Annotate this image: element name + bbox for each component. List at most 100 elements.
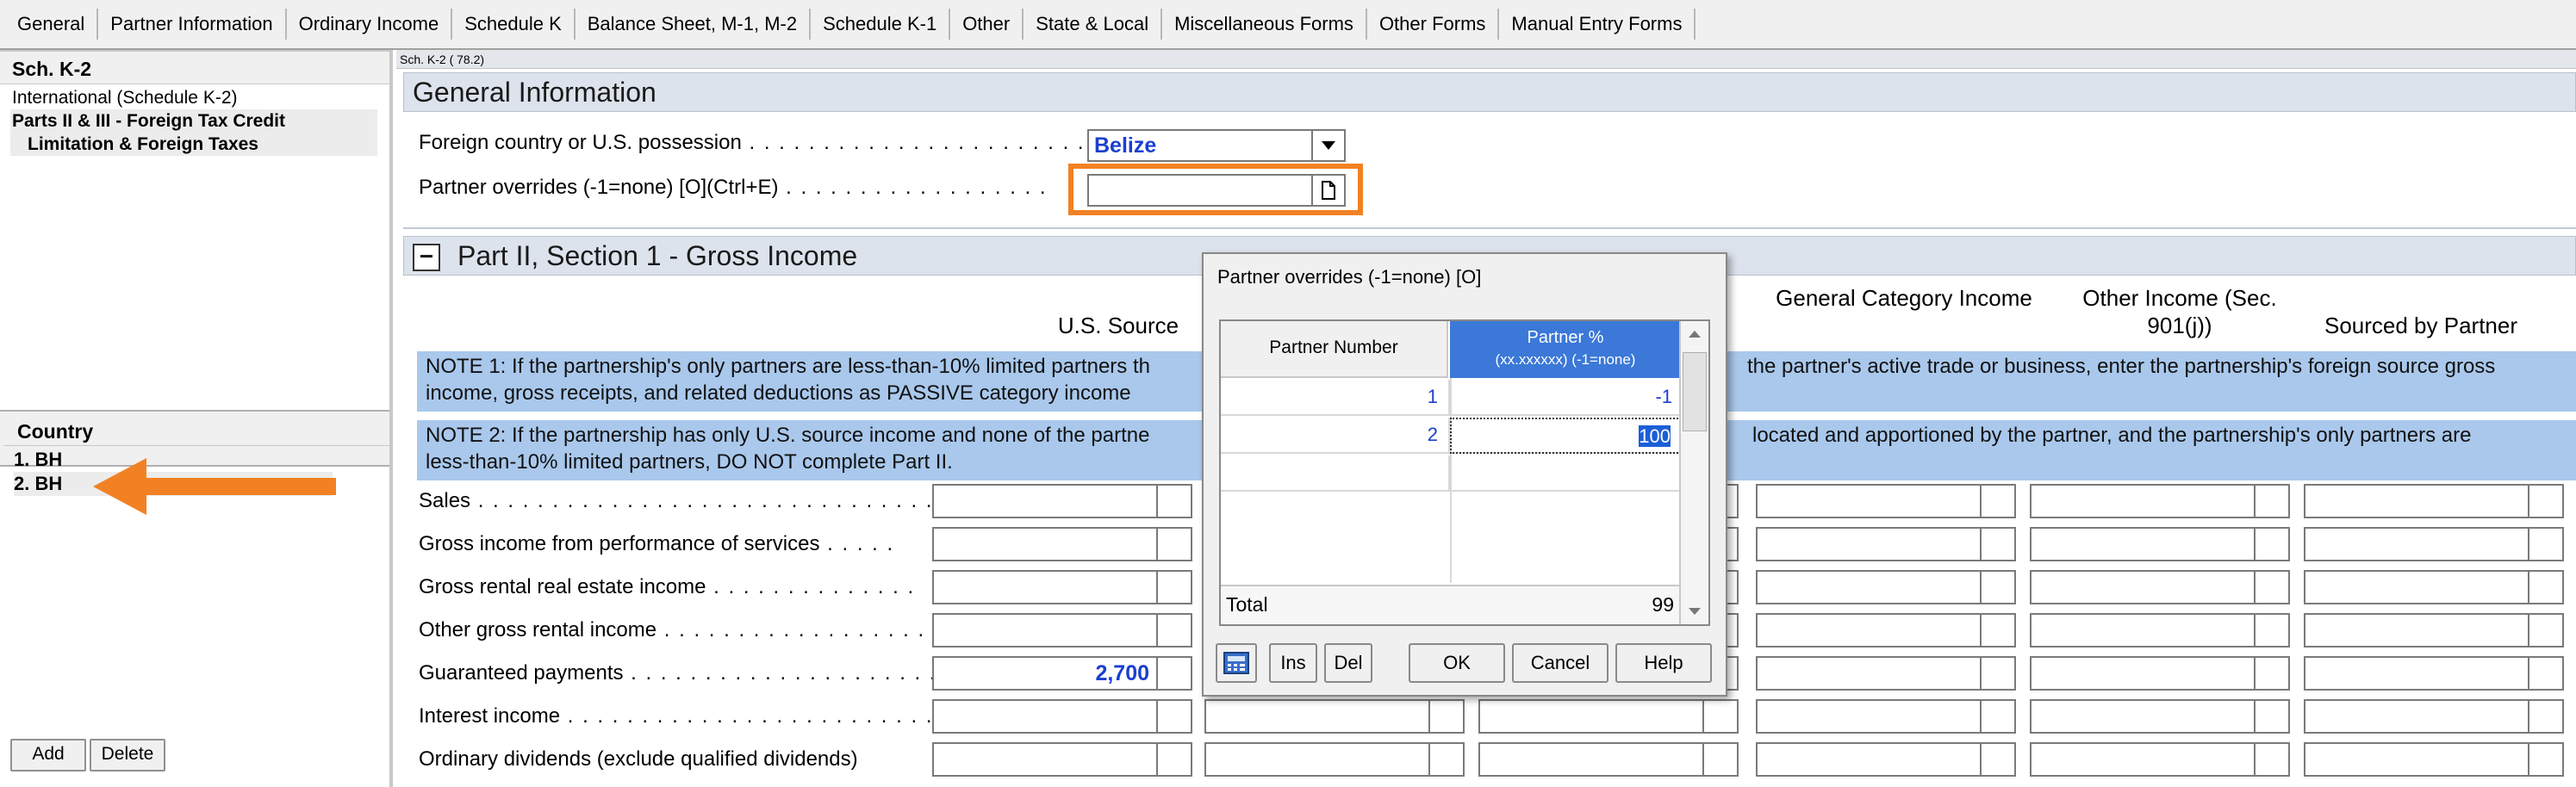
add-country-button[interactable]: Add [10, 739, 86, 772]
income-input[interactable] [1204, 742, 1465, 777]
tree-item-international[interactable]: International (Schedule K-2) [12, 86, 377, 109]
cell-detail-button[interactable] [2528, 486, 2562, 517]
grid-cell-empty[interactable] [1450, 455, 1681, 492]
partner-overrides-field[interactable] [1087, 174, 1346, 207]
ok-button[interactable]: OK [1409, 643, 1505, 683]
income-input[interactable] [1756, 742, 2016, 777]
cell-detail-button[interactable] [1428, 744, 1463, 775]
tab-other[interactable]: Other [950, 9, 1024, 40]
help-button[interactable]: Help [1615, 643, 1712, 683]
income-input[interactable] [1478, 742, 1739, 777]
cell-detail-button[interactable] [2254, 744, 2288, 775]
cell-detail-button[interactable] [2254, 529, 2288, 560]
income-input[interactable] [2304, 656, 2564, 691]
cell-detail-button[interactable] [1980, 529, 2014, 560]
us-source-input[interactable] [932, 699, 1192, 734]
cell-detail-button[interactable] [2528, 744, 2562, 775]
income-input[interactable] [1478, 699, 1739, 734]
tab-schedule-k[interactable]: Schedule K [452, 9, 576, 40]
grid-row-empty[interactable] [1221, 455, 1681, 492]
tab-miscellaneous-forms[interactable]: Miscellaneous Forms [1162, 9, 1367, 40]
cell-detail-button[interactable] [1980, 615, 2014, 646]
tab-ordinary-income[interactable]: Ordinary Income [287, 9, 453, 40]
income-input[interactable] [1756, 484, 2016, 518]
cell-detail-button[interactable] [1980, 658, 2014, 689]
grid-row-1[interactable]: 1 -1 [1221, 380, 1681, 416]
us-source-input[interactable]: 2,700 [932, 656, 1192, 691]
grid-cell-partner-pct[interactable]: -1 [1450, 380, 1681, 416]
cell-detail-button[interactable] [1980, 701, 2014, 732]
cell-detail-button[interactable] [2254, 486, 2288, 517]
tab-balance-sheet[interactable]: Balance Sheet, M-1, M-2 [576, 9, 812, 40]
income-input[interactable] [1756, 699, 2016, 734]
income-input[interactable] [2030, 656, 2290, 691]
scroll-up-icon[interactable] [1681, 321, 1708, 347]
income-input[interactable] [1756, 570, 2016, 604]
income-input[interactable] [1204, 699, 1465, 734]
income-input[interactable] [1756, 656, 2016, 691]
tab-general[interactable]: General [5, 9, 99, 40]
grid-vertical-scrollbar[interactable] [1679, 321, 1708, 624]
tab-other-forms[interactable]: Other Forms [1367, 9, 1500, 40]
cancel-button[interactable]: Cancel [1512, 643, 1608, 683]
calculator-icon[interactable] [1216, 643, 1257, 683]
scroll-down-icon[interactable] [1681, 598, 1708, 624]
cell-detail-button[interactable] [2528, 701, 2562, 732]
tab-manual-entry-forms[interactable]: Manual Entry Forms [1499, 9, 1696, 40]
income-input[interactable] [2304, 484, 2564, 518]
document-icon[interactable] [1311, 176, 1344, 205]
cell-detail-button[interactable] [1428, 701, 1463, 732]
foreign-country-select[interactable]: Belize [1087, 129, 1346, 162]
income-input[interactable] [2030, 527, 2290, 561]
tree-item-parts-2-3[interactable]: Parts II & III - Foreign Tax Credit Limi… [10, 109, 377, 156]
us-source-input[interactable] [932, 613, 1192, 648]
cell-detail-button[interactable] [2254, 572, 2288, 603]
collapse-minus-icon[interactable]: − [413, 244, 440, 271]
tab-state-local[interactable]: State & Local [1024, 9, 1163, 40]
income-input[interactable] [2304, 613, 2564, 648]
income-input[interactable] [1756, 527, 2016, 561]
cell-detail-button[interactable] [1156, 701, 1191, 732]
us-source-input[interactable] [932, 527, 1192, 561]
cell-detail-button[interactable] [1156, 615, 1191, 646]
cell-detail-button[interactable] [1980, 744, 2014, 775]
us-source-input[interactable] [932, 742, 1192, 777]
cell-detail-button[interactable] [1702, 701, 1737, 732]
income-input[interactable] [2030, 484, 2290, 518]
grid-cell-partner-number[interactable]: 1 [1221, 380, 1450, 416]
us-source-input[interactable] [932, 484, 1192, 518]
chevron-down-icon[interactable] [1311, 131, 1344, 160]
cell-detail-button[interactable] [1156, 529, 1191, 560]
cell-detail-button[interactable] [1156, 486, 1191, 517]
cell-detail-button[interactable] [1702, 744, 1737, 775]
cell-detail-button[interactable] [2254, 658, 2288, 689]
cell-detail-button[interactable] [2528, 658, 2562, 689]
income-input[interactable] [2304, 742, 2564, 777]
grid-cell-partner-number[interactable]: 2 [1221, 418, 1450, 454]
grid-cell-empty[interactable] [1221, 455, 1450, 492]
scroll-thumb[interactable] [1683, 352, 1707, 431]
cell-detail-button[interactable] [1980, 486, 2014, 517]
income-input[interactable] [2030, 613, 2290, 648]
cell-detail-button[interactable] [2528, 572, 2562, 603]
income-input[interactable] [2030, 570, 2290, 604]
us-source-input[interactable] [932, 570, 1192, 604]
cell-detail-button[interactable] [2528, 529, 2562, 560]
cell-detail-button[interactable] [1156, 744, 1191, 775]
income-input[interactable] [1756, 613, 2016, 648]
grid-header-partner-pct[interactable]: Partner % (xx.xxxxxx) (-1=none) [1450, 321, 1681, 378]
cell-detail-button[interactable] [2528, 615, 2562, 646]
income-input[interactable] [2304, 699, 2564, 734]
income-input[interactable] [2304, 527, 2564, 561]
grid-header-partner-number[interactable]: Partner Number [1221, 321, 1448, 378]
income-input[interactable] [2304, 570, 2564, 604]
delete-row-button[interactable]: Del [1324, 643, 1372, 683]
tab-partner-information[interactable]: Partner Information [98, 9, 287, 40]
cell-detail-button[interactable] [1156, 658, 1191, 689]
insert-row-button[interactable]: Ins [1269, 643, 1317, 683]
grid-row-2[interactable]: 2 100 [1221, 418, 1681, 454]
income-input[interactable] [2030, 742, 2290, 777]
cell-detail-button[interactable] [2254, 615, 2288, 646]
cell-detail-button[interactable] [1980, 572, 2014, 603]
cell-detail-button[interactable] [2254, 701, 2288, 732]
